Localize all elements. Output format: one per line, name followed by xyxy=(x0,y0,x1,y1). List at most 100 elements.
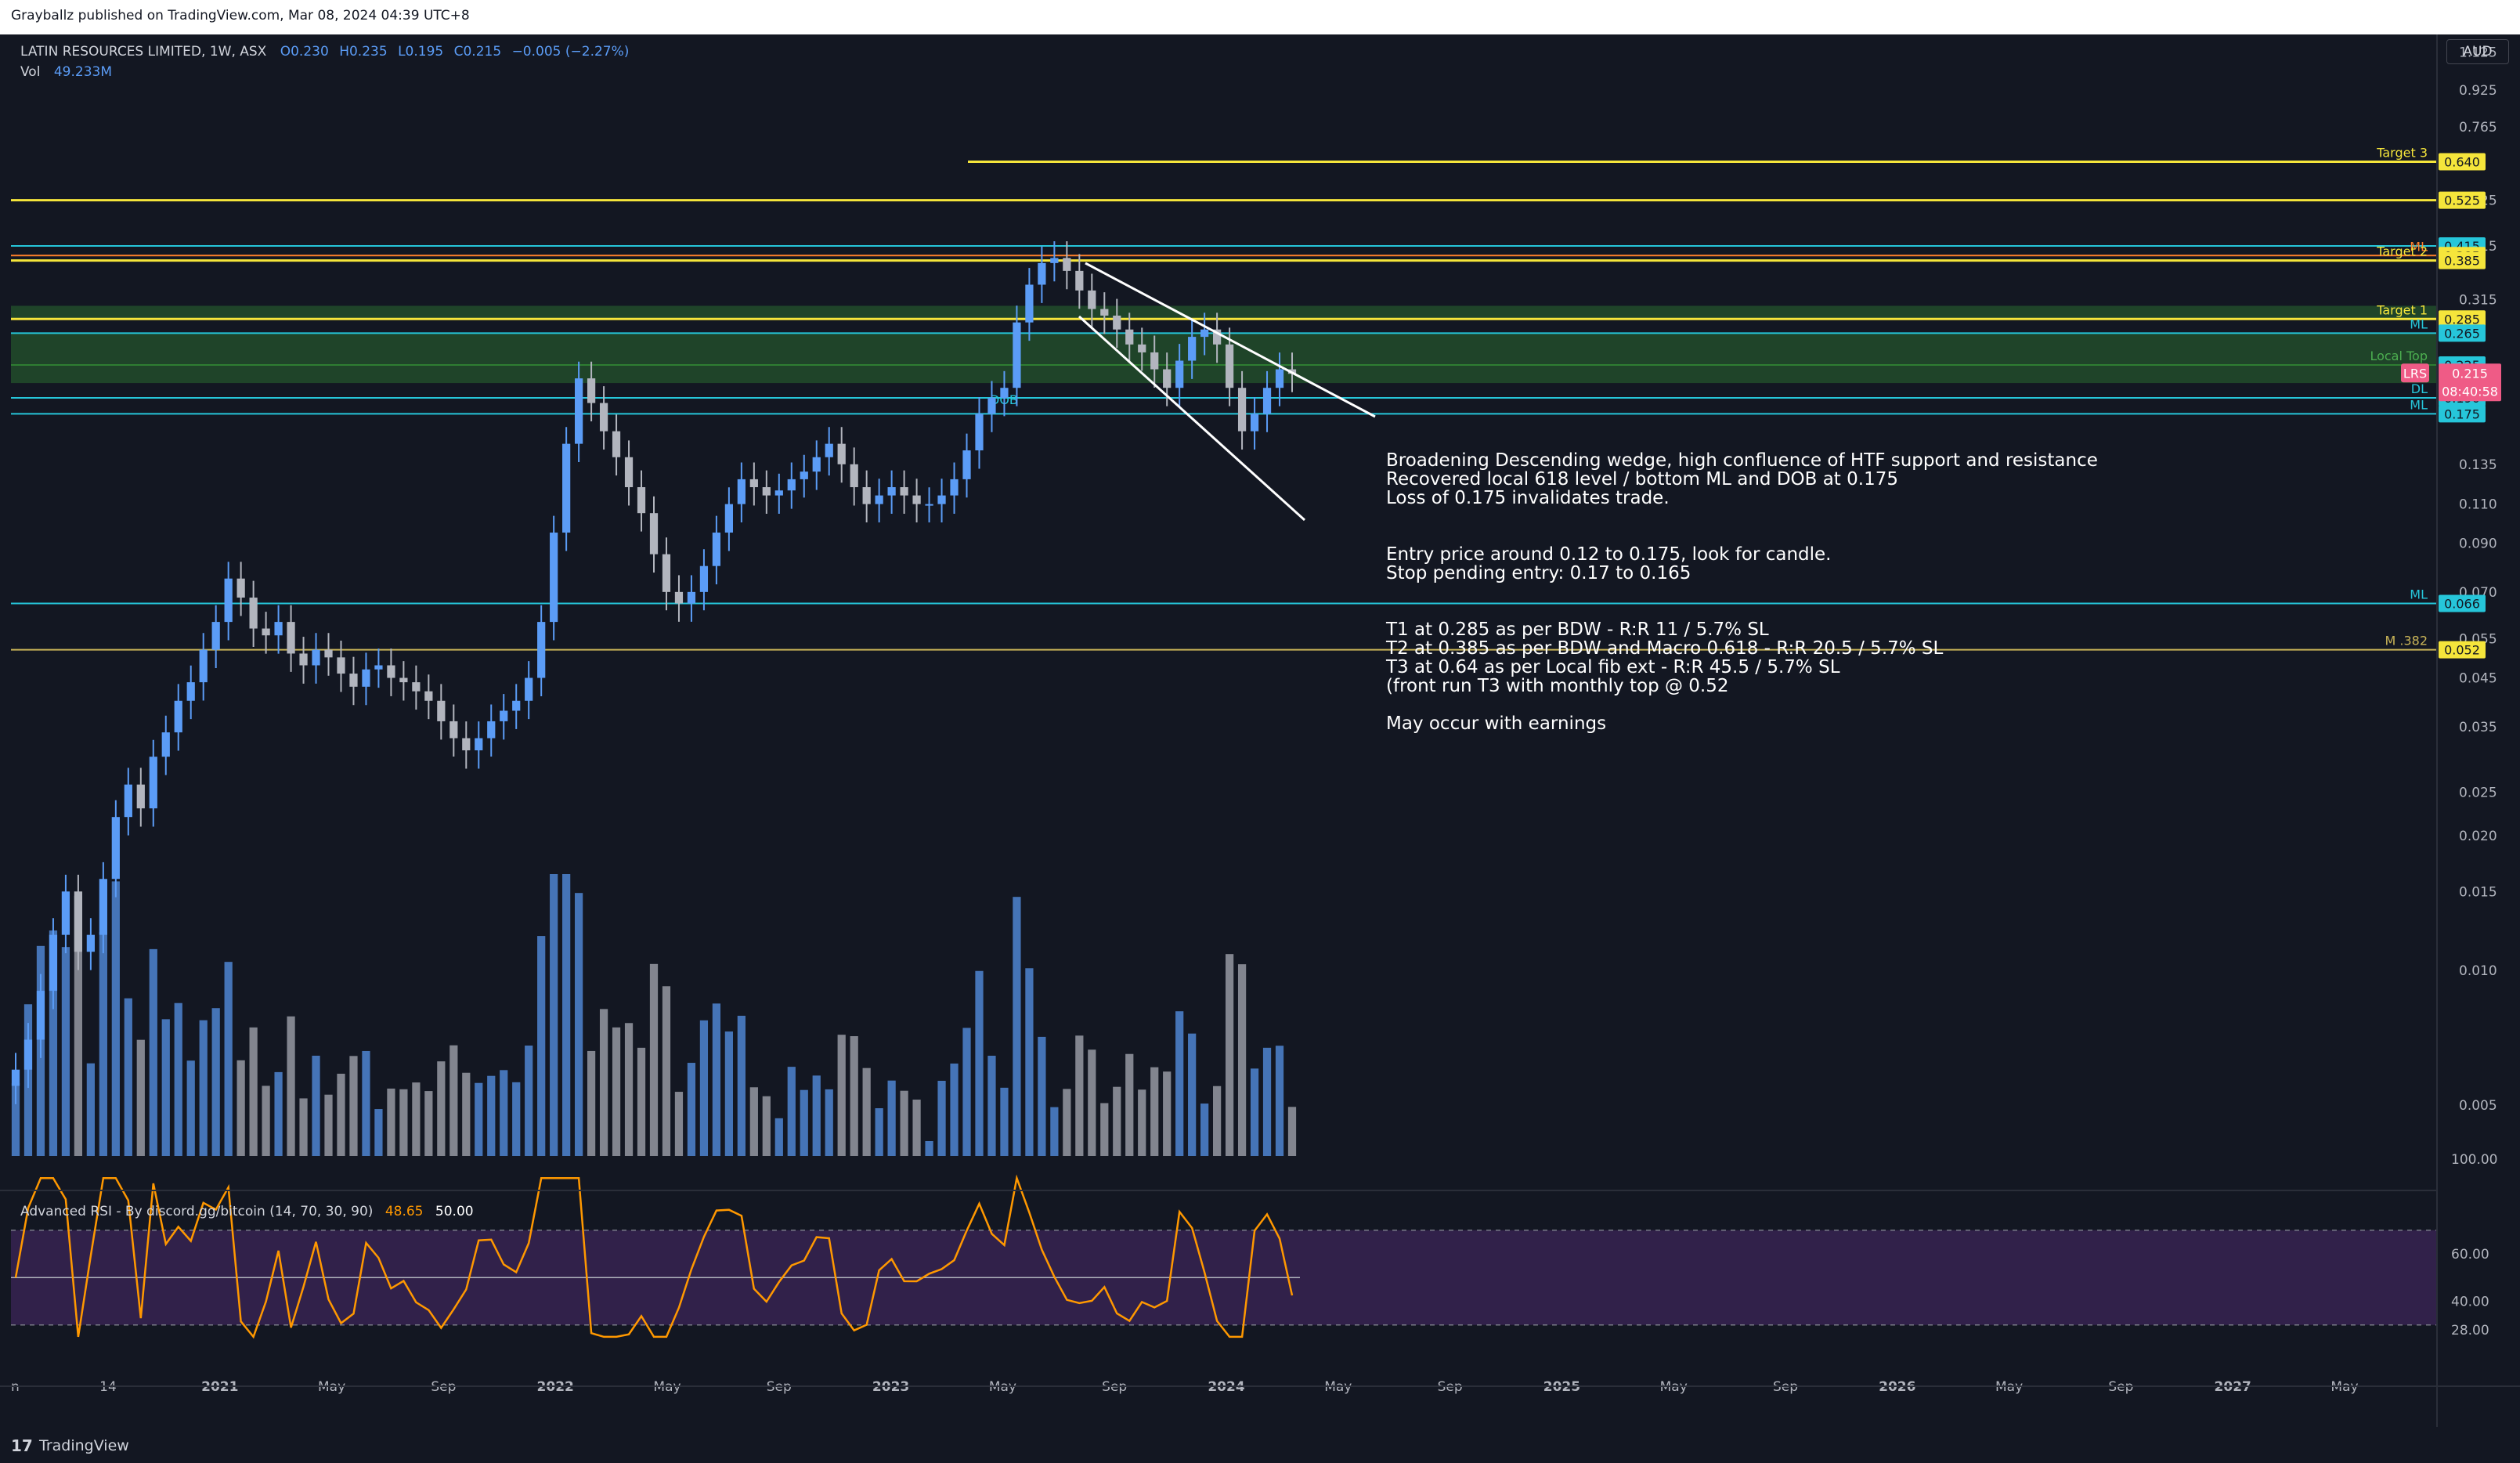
volume-bar xyxy=(1237,964,1247,1156)
candle-body xyxy=(1100,309,1109,316)
candle-body xyxy=(111,817,120,880)
volume-bar xyxy=(487,1075,496,1156)
volume-bar xyxy=(1200,1104,1209,1156)
candle-body xyxy=(1050,258,1059,263)
y-axis-tick: 0.765 xyxy=(2459,120,2497,135)
ohlc-low: L0.195 xyxy=(398,44,444,60)
candle-body xyxy=(412,682,421,692)
candle-body xyxy=(1237,388,1247,432)
published-text: Grayballz published on TradingView.com, … xyxy=(11,8,470,23)
level-label: Local Top xyxy=(2370,349,2428,363)
volume-bar xyxy=(624,1023,634,1156)
volume-bar xyxy=(1225,954,1234,1156)
candle-body xyxy=(950,479,959,496)
candle-body xyxy=(475,738,483,751)
candle-body xyxy=(86,934,95,952)
volume-bar xyxy=(712,1003,721,1156)
volume-bar xyxy=(575,893,583,1156)
volume-bar xyxy=(649,963,659,1156)
volume-bar xyxy=(537,936,546,1156)
price-tag-text: 0.525 xyxy=(2444,193,2480,208)
legend-rsi: Advanced RSI - By discord.gg/bitcoin (14… xyxy=(20,1204,474,1219)
candle-body xyxy=(749,479,758,488)
volume-bar xyxy=(1000,1087,1009,1156)
volume-bar xyxy=(437,1061,446,1156)
level-label: Target 2 xyxy=(2376,244,2428,259)
candle-body xyxy=(887,487,896,496)
candle-body xyxy=(287,622,295,654)
published-header: Grayballz published on TradingView.com, … xyxy=(0,0,2520,34)
volume-bar xyxy=(1213,1086,1222,1156)
volume-bar xyxy=(424,1091,433,1156)
candle-body xyxy=(374,665,383,670)
candle-body xyxy=(1088,290,1096,309)
y-axis-tick: 0.090 xyxy=(2459,536,2497,551)
note-line: T3 at 0.64 as per Local fib ext - R:R 45… xyxy=(1386,657,1840,677)
volume-bar xyxy=(324,1094,333,1156)
support-zone xyxy=(11,333,2437,384)
volume-bar xyxy=(1125,1053,1134,1156)
volume-bar xyxy=(1250,1068,1259,1156)
level-label: M .382 xyxy=(2385,634,2428,648)
candle-body xyxy=(987,397,996,414)
volume-bar xyxy=(287,1016,295,1156)
candle-body xyxy=(500,710,508,721)
candle-body xyxy=(449,721,458,739)
volume-bar xyxy=(1138,1089,1146,1156)
y-axis-tick: 0.110 xyxy=(2459,497,2497,513)
y-axis-tick: 0.020 xyxy=(2459,829,2497,844)
candle-body xyxy=(1138,344,1146,352)
symbol-name: LATIN RESOURCES LIMITED, 1W, ASX xyxy=(20,44,267,60)
volume-bar xyxy=(1150,1067,1159,1156)
candle-body xyxy=(1075,270,1084,291)
volume-bar xyxy=(462,1072,471,1156)
candle-body xyxy=(299,653,308,666)
vol-label: Vol xyxy=(20,64,41,80)
candle-body xyxy=(174,700,182,733)
volume-bar xyxy=(512,1082,521,1156)
candle-body xyxy=(487,721,496,739)
note-line xyxy=(1386,526,2098,545)
candle-body xyxy=(937,495,946,504)
candle-body xyxy=(550,533,558,623)
candle-body xyxy=(925,504,933,506)
candle-body xyxy=(1175,360,1184,388)
symbol-tag-text: LRS xyxy=(2403,366,2427,381)
candle-body xyxy=(1250,414,1259,432)
volume-bar xyxy=(637,1047,646,1156)
candle-body xyxy=(850,464,858,488)
volume-bar xyxy=(299,1098,308,1156)
candle-body xyxy=(274,622,283,636)
volume-bar xyxy=(774,1118,783,1156)
volume-bar xyxy=(837,1035,846,1156)
candle-body xyxy=(236,578,245,598)
price-tag-text: 0.385 xyxy=(2444,254,2480,269)
volume-bar xyxy=(825,1089,833,1156)
support-zone xyxy=(11,305,2437,320)
legend-symbol: LATIN RESOURCES LIMITED, 1W, ASX O0.230 … xyxy=(20,44,629,60)
note-line: Broadening Descending wedge, high conflu… xyxy=(1386,450,2098,471)
candle-body xyxy=(99,879,107,935)
volume-bar xyxy=(1113,1086,1121,1156)
volume-bar xyxy=(161,1019,170,1156)
candle-body xyxy=(199,649,208,683)
volume-bar xyxy=(987,1055,996,1156)
volume-bar xyxy=(674,1092,684,1156)
volume-bar xyxy=(274,1071,283,1156)
candle-body xyxy=(837,443,846,464)
countdown-text: 08:40:58 xyxy=(2442,384,2498,399)
volume-bar xyxy=(186,1060,195,1156)
volume-bar xyxy=(562,874,571,1156)
candle-body xyxy=(424,691,433,701)
candle-body xyxy=(912,495,921,504)
volume-bar xyxy=(862,1067,871,1156)
note-line xyxy=(1386,583,2098,601)
level-label: Target 3 xyxy=(2376,145,2428,160)
volume-bar xyxy=(812,1075,821,1156)
candle-body xyxy=(537,622,546,678)
volume-bar xyxy=(749,1087,758,1156)
currency-label: AUD xyxy=(2463,44,2493,60)
currency-button[interactable]: AUD xyxy=(2446,39,2509,64)
volume-bar xyxy=(1025,968,1034,1156)
candle-body xyxy=(224,578,233,623)
